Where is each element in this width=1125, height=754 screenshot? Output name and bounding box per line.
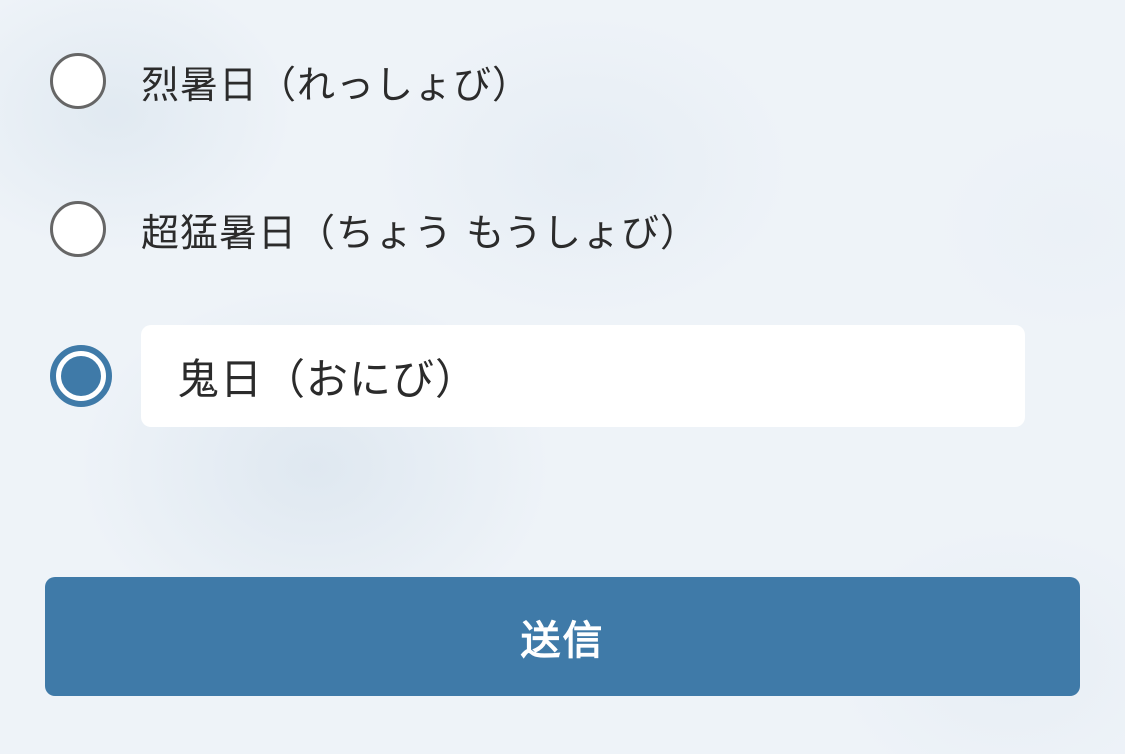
option-row-cho-moshobi[interactable]: 超猛暑日（ちょう もうしょび） [50, 201, 699, 257]
option-label-reshobi: 烈暑日（れっしょび） [141, 62, 532, 107]
option-label-onibi: 鬼日（おにび） [177, 354, 479, 404]
submit-button[interactable]: 送信 [45, 577, 1080, 696]
radio-button-cho-moshobi[interactable] [50, 201, 106, 257]
option-row-reshobi[interactable]: 烈暑日（れっしょび） [50, 53, 531, 109]
option-label-cho-moshobi: 超猛暑日（ちょう もうしょび） [141, 210, 699, 255]
option-row-onibi[interactable]: 鬼日（おにび） [50, 325, 1025, 427]
radio-button-onibi-selected[interactable] [50, 345, 112, 407]
radio-button-reshobi[interactable] [50, 53, 106, 109]
selected-option-box[interactable]: 鬼日（おにび） [141, 325, 1025, 427]
